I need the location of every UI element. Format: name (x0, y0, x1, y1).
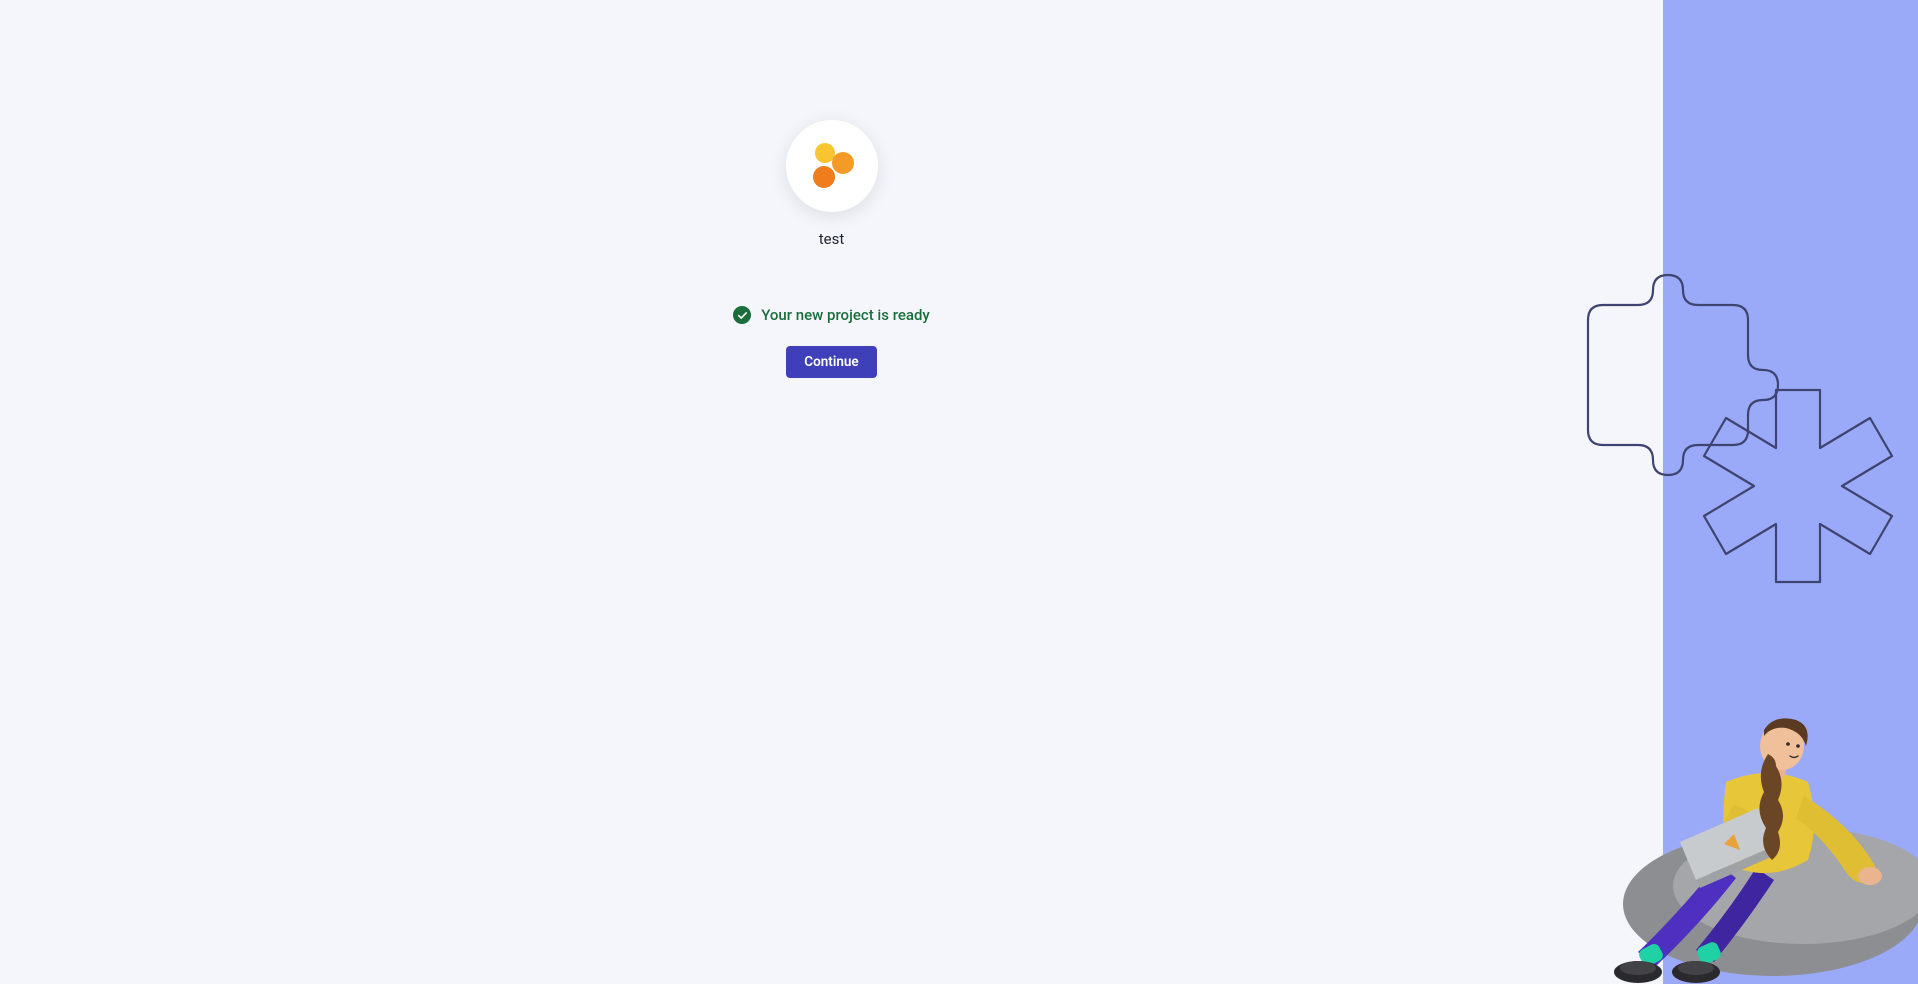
status-message: Your new project is ready (761, 306, 930, 324)
main-content: test Your new project is ready Continue (0, 0, 1663, 984)
success-check-icon (733, 306, 751, 324)
right-decorative-panel (1663, 0, 1918, 984)
continue-button[interactable]: Continue (786, 346, 876, 378)
project-icon (786, 120, 878, 212)
project-dots-icon (804, 138, 860, 194)
status-row: Your new project is ready (733, 306, 930, 324)
project-name-label: test (819, 230, 845, 248)
